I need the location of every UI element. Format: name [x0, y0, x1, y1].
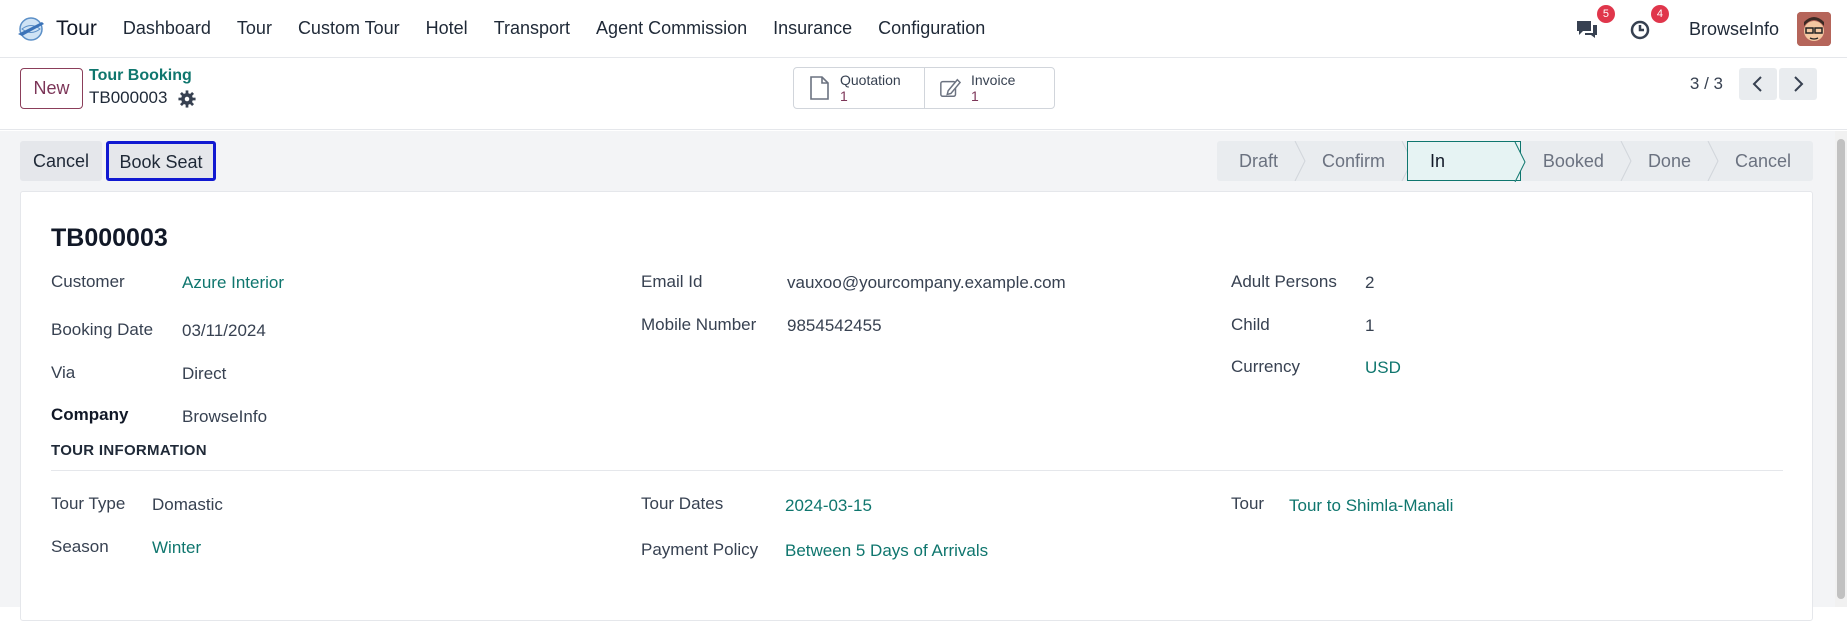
stage-confirm[interactable]: Confirm: [1300, 141, 1413, 181]
activities-badge: 4: [1650, 5, 1669, 23]
avatar[interactable]: [1797, 12, 1831, 46]
booking-date-label: Booking Date: [51, 320, 154, 339]
customer-label: Customer: [51, 272, 125, 291]
customer-field[interactable]: Azure Interior: [182, 273, 284, 293]
top-right-tools: 5 4 BrowseInfo: [1573, 0, 1831, 58]
menu-dashboard[interactable]: Dashboard: [123, 18, 211, 39]
stage-label: Draft: [1239, 151, 1279, 171]
new-button[interactable]: New: [20, 68, 83, 109]
email-field[interactable]: vauxoo@yourcompany.example.com: [787, 273, 1066, 293]
clock-icon: [1630, 20, 1650, 40]
menu-custom-tour[interactable]: Custom Tour: [298, 18, 400, 39]
airplane-globe-icon: [18, 16, 44, 41]
tour-dates-label: Tour Dates: [641, 494, 724, 513]
child-field[interactable]: 1: [1365, 316, 1374, 336]
smart-buttons: Quotation 1 Invoice 1: [793, 67, 1055, 109]
mobile-field[interactable]: 9854542455: [787, 316, 882, 336]
book-seat-button[interactable]: Book Seat: [106, 141, 216, 181]
stage-done[interactable]: Done: [1626, 141, 1719, 181]
form-content: Cancel Book Seat Draft Confirm In Proces…: [0, 131, 1847, 621]
tour-dates-field[interactable]: 2024-03-15: [785, 496, 872, 516]
pager-previous-button[interactable]: [1739, 68, 1777, 100]
quotation-count: 1: [840, 88, 848, 104]
messages-badge: 5: [1596, 5, 1615, 23]
pager-next-button[interactable]: [1779, 68, 1817, 100]
booking-date-field[interactable]: 03/11/2024: [182, 321, 266, 341]
invoice-label: Invoice: [971, 72, 1016, 88]
payment-policy-field[interactable]: Between 5 Days of Arrivals: [785, 541, 988, 561]
stage-label: Confirm: [1322, 151, 1386, 171]
user-avatar-icon: [1797, 12, 1831, 46]
invoice-smart-button[interactable]: Invoice 1: [924, 68, 1054, 108]
mobile-label: Mobile Number: [641, 315, 757, 334]
app-name: Tour: [56, 16, 97, 40]
status-bar: Cancel Book Seat Draft Confirm In Proces…: [20, 141, 1813, 209]
activities-button[interactable]: 4: [1627, 5, 1669, 43]
main-menu: Dashboard Tour Custom Tour Hotel Transpo…: [123, 18, 1011, 39]
tour-label: Tour: [1231, 494, 1265, 513]
payment-policy-label: Payment Policy: [641, 540, 759, 559]
season-field[interactable]: Winter: [152, 538, 201, 558]
company-field[interactable]: BrowseInfo: [182, 407, 267, 427]
stage-booked[interactable]: Booked: [1521, 141, 1632, 181]
record-title: TB000003: [51, 224, 168, 252]
stage-pipeline: Draft Confirm In Process Booked Done Can…: [1217, 141, 1813, 209]
cancel-button[interactable]: Cancel: [20, 141, 102, 181]
stage-in-process[interactable]: In Process: [1407, 141, 1526, 209]
scrollbar-thumb[interactable]: [1837, 139, 1845, 599]
form-sheet: TB000003 Customer Azure Interior Booking…: [20, 191, 1813, 621]
menu-tour[interactable]: Tour: [237, 18, 272, 39]
messages-button[interactable]: 5: [1573, 5, 1615, 43]
menu-insurance[interactable]: Insurance: [773, 18, 852, 39]
tour-type-label: Tour Type: [51, 494, 126, 513]
season-label: Season: [51, 537, 109, 556]
via-label: Via: [51, 363, 76, 382]
quotation-label: Quotation: [840, 72, 901, 88]
tour-type-field[interactable]: Domastic: [152, 495, 223, 515]
menu-transport[interactable]: Transport: [494, 18, 570, 39]
child-label: Child: [1231, 315, 1270, 334]
pager-value[interactable]: 3 / 3: [1690, 74, 1723, 94]
top-navbar: Tour Dashboard Tour Custom Tour Hotel Tr…: [0, 0, 1847, 58]
stage-draft[interactable]: Draft: [1217, 141, 1306, 181]
chat-bubbles-icon: [1576, 21, 1597, 38]
chevron-left-icon: [1752, 76, 1762, 92]
stage-cancel[interactable]: Cancel: [1713, 141, 1813, 181]
stage-label: Cancel: [1734, 151, 1791, 171]
edit-icon: [940, 78, 961, 97]
quotation-smart-button[interactable]: Quotation 1: [794, 68, 924, 108]
menu-agent-commission[interactable]: Agent Commission: [596, 18, 747, 39]
gear-icon[interactable]: [178, 90, 196, 108]
user-name[interactable]: BrowseInfo: [1689, 19, 1779, 40]
breadcrumb-parent[interactable]: Tour Booking: [89, 67, 192, 85]
email-label: Email Id: [641, 272, 703, 291]
control-panel: New Tour Booking TB000003 Quotation 1 In…: [0, 58, 1847, 130]
tour-information-heading: TOUR INFORMATION: [51, 442, 207, 459]
tour-field[interactable]: Tour to Shimla-Manali: [1289, 496, 1453, 516]
breadcrumb-current: TB000003: [89, 88, 168, 107]
adult-persons-label: Adult Persons: [1231, 272, 1337, 291]
chevron-right-icon: [1794, 76, 1804, 92]
scrollbar[interactable]: [1835, 131, 1847, 607]
menu-hotel[interactable]: Hotel: [426, 18, 468, 39]
stage-label: Done: [1647, 151, 1691, 171]
currency-label: Currency: [1231, 357, 1300, 376]
adult-persons-field[interactable]: 2: [1365, 273, 1374, 293]
currency-field[interactable]: USD: [1365, 358, 1401, 378]
menu-configuration[interactable]: Configuration: [878, 18, 985, 39]
invoice-count: 1: [971, 88, 979, 104]
section-divider: [51, 470, 1783, 471]
document-icon: [810, 76, 829, 100]
pager: 3 / 3: [1690, 68, 1817, 100]
app-brand[interactable]: Tour: [16, 14, 97, 44]
company-label: Company: [51, 405, 129, 424]
stage-label: Booked: [1542, 151, 1604, 171]
via-field[interactable]: Direct: [182, 364, 226, 384]
